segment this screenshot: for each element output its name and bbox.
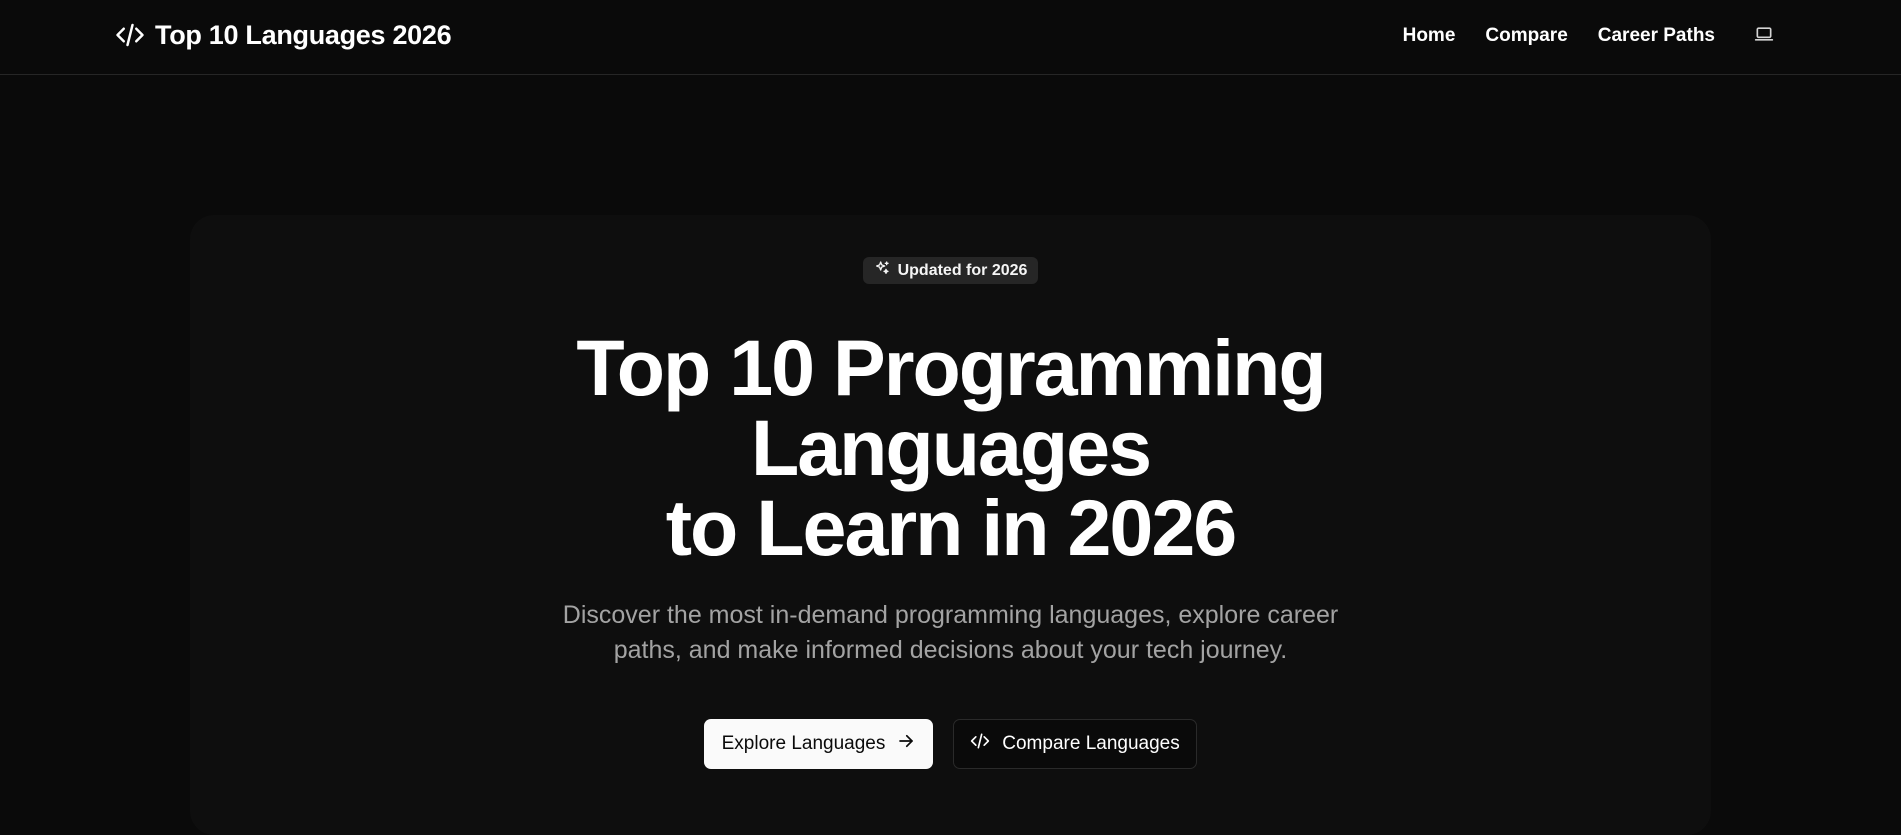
sparkles-icon bbox=[874, 260, 890, 281]
hero-section: Updated for 2026 Top 10 Programming Lang… bbox=[0, 0, 1901, 787]
updated-badge: Updated for 2026 bbox=[863, 257, 1038, 284]
hero-subtitle-line: Discover the most in-demand programming … bbox=[562, 601, 1339, 629]
compare-languages-label: Compare Languages bbox=[1002, 733, 1180, 754]
hero-title: Top 10 Programming Languages to Learn in… bbox=[350, 328, 1551, 568]
hero-subtitle: Discover the most in-demand programming … bbox=[500, 598, 1401, 668]
hero-title-line: Languages bbox=[750, 403, 1152, 492]
hero-subtitle-line: paths, and make informed decisions about… bbox=[613, 636, 1288, 664]
compare-languages-button[interactable]: Compare Languages bbox=[953, 719, 1197, 769]
hero-title-line: Top 10 Programming bbox=[576, 323, 1326, 412]
explore-languages-label: Explore Languages bbox=[721, 733, 886, 754]
explore-languages-button[interactable]: Explore Languages bbox=[704, 719, 933, 769]
cta-row: Explore Languages Compare Languages bbox=[704, 719, 1197, 769]
hero-title-line: to Learn in 2026 bbox=[665, 483, 1238, 572]
code-icon bbox=[970, 731, 990, 757]
badge-label: Updated for 2026 bbox=[897, 261, 1028, 279]
arrow-right-icon bbox=[897, 732, 915, 756]
